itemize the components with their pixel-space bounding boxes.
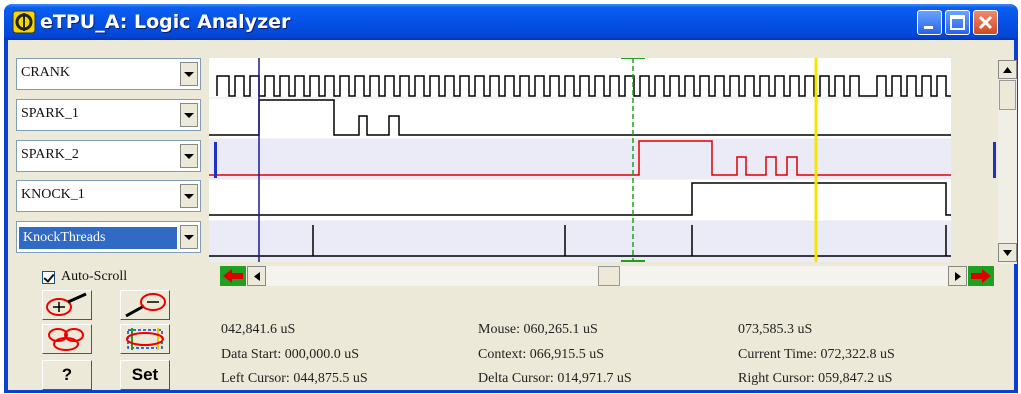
channel-label: CRANK [21,65,71,80]
left-cursor-time: Left Cursor: 044,875.5 uS [221,371,368,386]
logic-analyzer-window: eTPU_A: Logic Analyzer CRANK SPARK_1 SPA… [4,4,1018,393]
channel-select-crank[interactable]: CRANK [16,58,201,90]
jump-left-button[interactable] [220,266,246,286]
selected-row-marker [214,142,217,178]
channel-label: SPARK_2 [21,147,79,162]
chevron-down-icon [184,193,194,199]
dropdown-button[interactable] [180,184,198,208]
view-end-time: 073,585.3 uS [738,322,813,337]
view-start-time: 042,841.6 uS [221,322,296,337]
scroll-up-button[interactable] [998,60,1017,79]
minimize-icon [924,26,933,29]
help-button[interactable]: ? [42,360,92,390]
app-icon [12,10,36,34]
zoom-fit-button[interactable] [42,324,92,354]
delta-cursor-time: Delta Cursor: 014,971.7 uS [478,371,632,386]
right-cursor-time: Right Cursor: 059,847.2 uS [738,371,893,386]
chevron-down-icon [184,71,194,77]
channel-select-spark-1[interactable]: SPARK_1 [16,99,201,131]
horizontal-scrollbar[interactable] [220,266,994,286]
auto-scroll-checkbox[interactable]: Auto-Scroll [42,269,127,285]
close-button[interactable] [973,10,998,35]
chevron-down-icon [184,153,194,159]
maximize-button[interactable] [945,10,970,35]
window-title: eTPU_A: Logic Analyzer [40,11,291,33]
arrow-up-icon [1003,66,1012,73]
trace-crank [216,75,951,97]
trace-knock-1 [209,182,951,216]
zoom-in-icon [46,292,87,316]
zoom-cursors-button[interactable] [120,324,170,354]
client-area: CRANK SPARK_1 SPARK_2 KNOCK_1 KnockThrea… [8,40,1017,390]
dropdown-button[interactable] [180,144,198,168]
dropdown-button[interactable] [180,225,198,249]
mouse-time: Mouse: 060,265.1 uS [478,322,598,337]
close-icon [978,15,993,30]
set-button[interactable]: Set [120,360,170,390]
channel-label: KNOCK_1 [21,187,85,202]
zoom-out-icon [125,293,166,318]
scroll-left-button[interactable] [247,266,266,286]
vertical-scroll-thumb[interactable] [999,80,1016,110]
zoom-cursors-icon [126,328,164,350]
chevron-down-icon [184,234,194,240]
dropdown-button[interactable] [180,103,198,127]
chevron-down-icon [184,112,194,118]
selected-row-highlight [209,139,951,179]
auto-scroll-label: Auto-Scroll [61,269,128,284]
horizontal-scroll-thumb[interactable] [598,266,620,286]
jump-right-button[interactable] [968,266,994,286]
zoom-fit-icon [48,328,84,351]
channel-label: KnockThreads [19,227,177,249]
channel-select-knockthreads[interactable]: KnockThreads [16,221,201,253]
maximize-icon [950,15,965,30]
scroll-down-button[interactable] [998,243,1017,262]
arrow-right-icon [954,271,961,281]
channel-select-knock-1[interactable]: KNOCK_1 [16,180,201,212]
arrow-down-icon [1003,249,1012,256]
title-bar[interactable]: eTPU_A: Logic Analyzer [4,4,1018,40]
channel-label: SPARK_1 [21,106,79,121]
current-time: Current Time: 072,322.8 uS [738,347,895,362]
data-start-time: Data Start: 000,000.0 uS [221,347,360,362]
scroll-right-button[interactable] [948,266,967,286]
minimize-button[interactable] [917,10,942,35]
zoom-out-button[interactable] [120,290,170,320]
dropdown-button[interactable] [180,62,198,86]
zoom-in-button[interactable] [42,290,92,320]
vertical-scrollbar[interactable] [998,60,1017,264]
checkbox-icon[interactable] [42,270,55,284]
channel-select-spark-2[interactable]: SPARK_2 [16,140,201,172]
waveform-display[interactable] [209,58,951,262]
context-time: Context: 066,915.5 uS [478,347,605,362]
arrow-left-icon [253,271,260,281]
